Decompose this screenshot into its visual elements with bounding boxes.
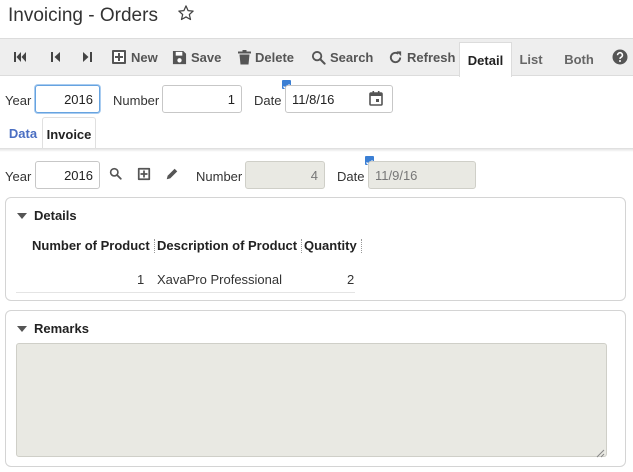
- remarks-panel: Remarks: [5, 310, 626, 467]
- cell-number: 1: [137, 272, 145, 287]
- first-record-button[interactable]: [13, 39, 27, 75]
- column-resize-handle[interactable]: [152, 239, 155, 253]
- column-resize-handle[interactable]: [299, 239, 303, 253]
- invoice-number-input: 4: [245, 161, 325, 189]
- order-number-input[interactable]: 1: [162, 85, 242, 113]
- tabs-shadow: [0, 149, 633, 152]
- invoice-year-input[interactable]: 2016: [35, 161, 100, 189]
- refresh-button-label: Refresh: [407, 49, 456, 65]
- cell-description: XavaPro Professional: [157, 272, 283, 287]
- search-button-label: Search: [330, 49, 374, 65]
- previous-icon: [51, 52, 60, 62]
- order-year-label: Year: [5, 93, 32, 108]
- table-row[interactable]: 1 XavaPro Professional 2: [16, 268, 355, 292]
- search-icon: [311, 50, 326, 65]
- invoice-number-label: Number: [196, 169, 243, 184]
- order-date-value: 11/8/16: [292, 91, 335, 107]
- help-button[interactable]: [612, 39, 628, 75]
- help-icon: [612, 49, 628, 65]
- table-bottom-border: [16, 292, 355, 293]
- remarks-title: Remarks: [34, 321, 89, 336]
- first-icon: [14, 52, 26, 62]
- page-title: Invoicing - Orders: [8, 5, 158, 26]
- invoice-date-input: 11/9/16: [368, 161, 476, 189]
- column-header-quantity[interactable]: Quantity: [304, 238, 362, 253]
- invoice-edit-icon[interactable]: [165, 167, 179, 184]
- save-button[interactable]: Save: [172, 39, 221, 75]
- refresh-button[interactable]: Refresh: [388, 39, 455, 75]
- cell-quantity: 2: [347, 272, 355, 287]
- tab-invoice[interactable]: Invoice: [42, 117, 96, 151]
- details-title: Details: [34, 208, 77, 223]
- invoice-date-label: Date: [337, 169, 365, 184]
- trash-icon: [238, 49, 251, 64]
- collapse-triangle-icon: [17, 325, 27, 332]
- view-tab-both[interactable]: Both: [558, 42, 600, 76]
- details-header[interactable]: Details: [17, 208, 77, 223]
- remarks-textarea[interactable]: [16, 343, 607, 457]
- order-date-label: Date: [254, 93, 282, 108]
- calendar-icon[interactable]: [369, 91, 383, 106]
- search-button[interactable]: Search: [311, 39, 373, 75]
- next-record-button[interactable]: [81, 39, 93, 75]
- new-button-label: New: [131, 49, 158, 65]
- new-button[interactable]: New: [111, 39, 158, 75]
- remarks-header[interactable]: Remarks: [17, 321, 89, 336]
- toolbar: New Save Delete Search Refresh Detail Li…: [0, 38, 633, 77]
- collapse-triangle-icon: [17, 212, 27, 219]
- next-icon: [83, 52, 92, 62]
- refresh-icon: [389, 50, 402, 63]
- save-icon: [172, 50, 187, 64]
- order-number-label: Number: [113, 93, 160, 108]
- resize-grip-icon[interactable]: [596, 447, 605, 461]
- previous-record-button[interactable]: [50, 39, 62, 75]
- invoice-year-label: Year: [5, 169, 32, 184]
- delete-button-label: Delete: [255, 49, 295, 65]
- view-tab-list[interactable]: List: [512, 42, 550, 76]
- title-bar: Invoicing - Orders: [0, 0, 633, 38]
- column-header-description[interactable]: Description of Product: [157, 238, 303, 253]
- column-header-number[interactable]: Number of Product: [32, 238, 155, 253]
- tab-data[interactable]: Data: [5, 117, 41, 149]
- column-resize-handle[interactable]: [359, 239, 362, 253]
- invoice-search-icon[interactable]: [109, 167, 122, 183]
- delete-button[interactable]: Delete: [238, 39, 294, 75]
- view-tab-detail[interactable]: Detail: [459, 42, 512, 77]
- invoice-new-icon[interactable]: [137, 167, 151, 184]
- details-panel: Details Number of Product Description of…: [5, 197, 626, 301]
- save-button-label: Save: [191, 49, 222, 65]
- order-year-input[interactable]: 2016: [35, 85, 100, 113]
- star-icon[interactable]: [176, 3, 196, 25]
- new-icon: [112, 50, 126, 64]
